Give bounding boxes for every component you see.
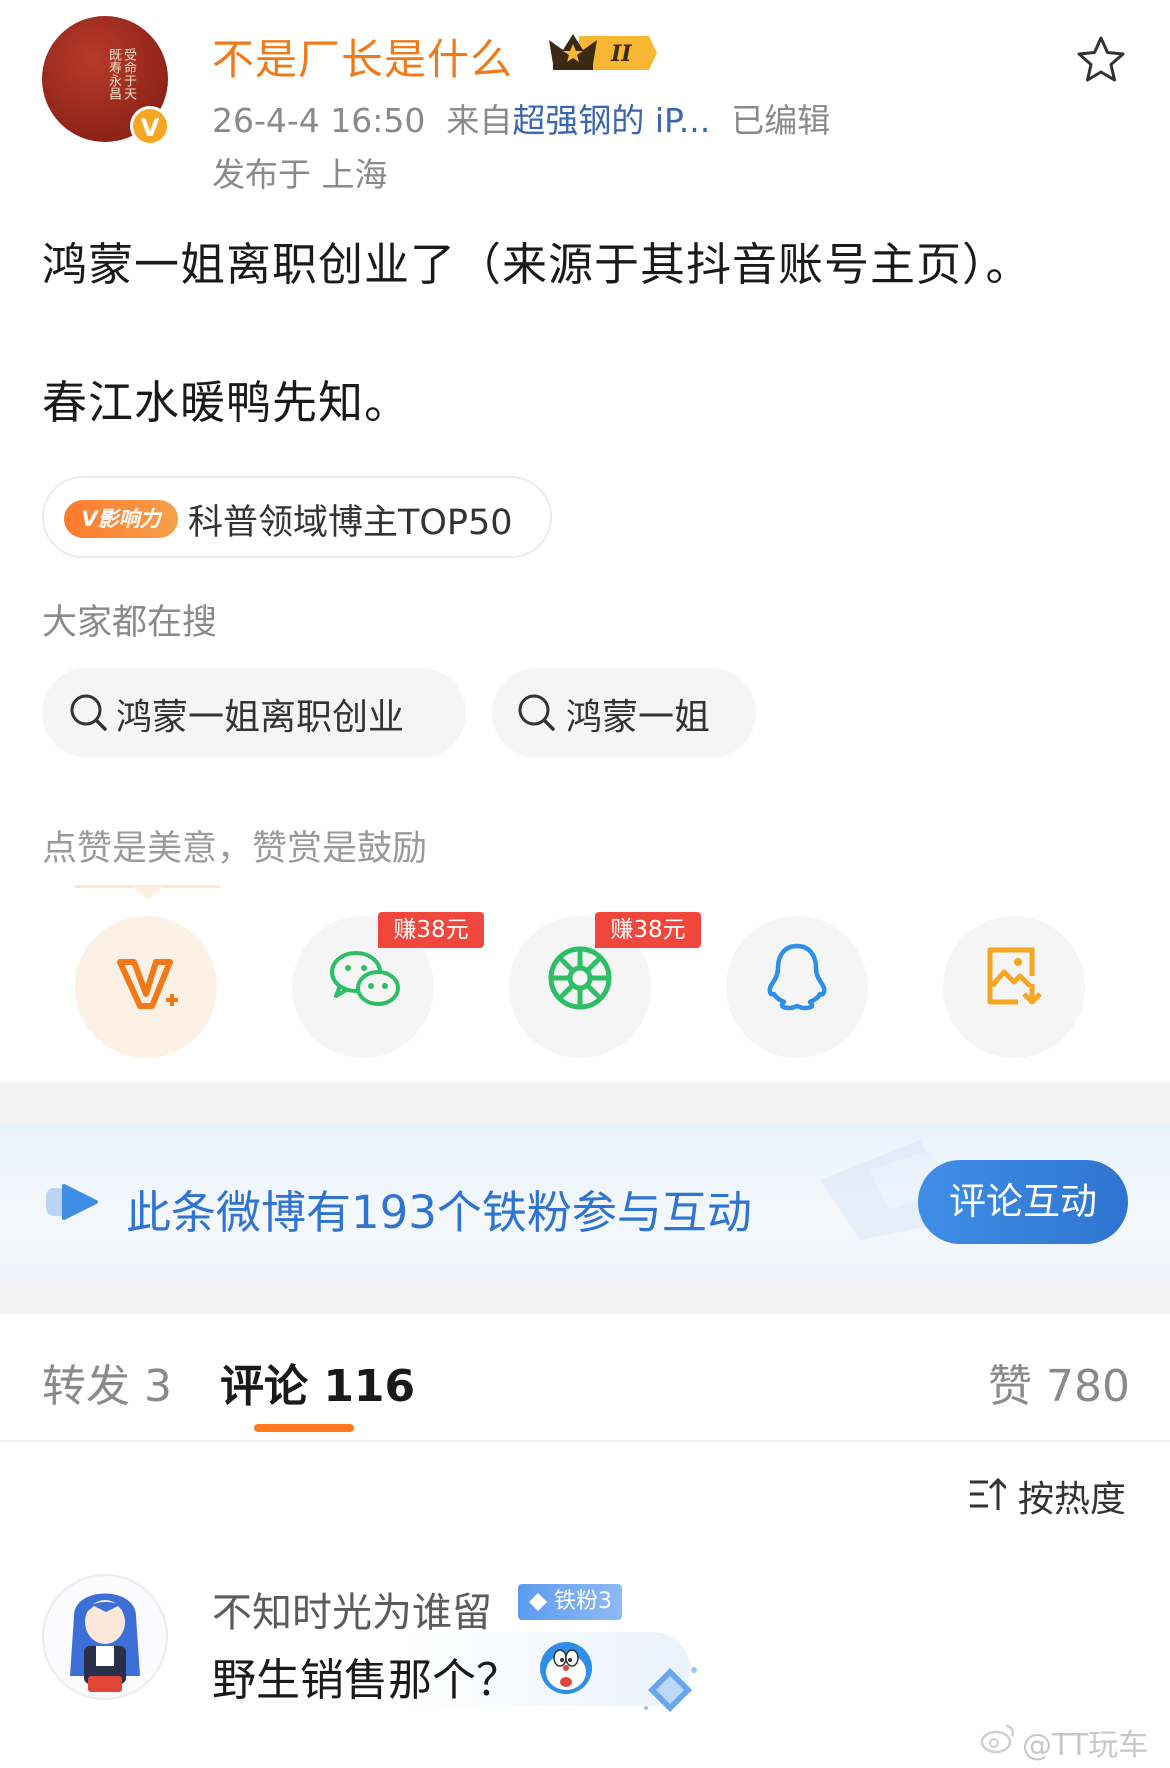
post-paragraph-2: 春江水暖鸭先知。 <box>42 376 411 429</box>
search-chip-label: 鸿蒙一姐 <box>566 697 711 738</box>
influence-text: 科普领域博主TOP50 <box>188 503 513 543</box>
tab-repost[interactable]: 转发 3 <box>42 1350 172 1414</box>
tab-like[interactable]: 赞 780 <box>988 1350 1130 1414</box>
edited-label: 已编辑 <box>731 101 831 140</box>
author-name[interactable]: 不是厂长是什么 <box>212 26 513 87</box>
sort-icon[interactable] <box>968 1476 1006 1512</box>
moments-icon <box>548 946 612 1010</box>
active-tab-indicator <box>254 1424 354 1432</box>
diamond-icon <box>529 1593 547 1611</box>
section-divider <box>0 1282 1170 1314</box>
post-paragraph-1: 鸿蒙一姐离职创业了（来源于其抖音账号主页）。 <box>42 238 1032 291</box>
earn-badge: 赚38元 <box>378 912 484 948</box>
post-source-link[interactable]: 超强钢的 iP... <box>512 101 710 140</box>
section-divider <box>0 1082 1170 1124</box>
tab-comment[interactable]: 评论 116 <box>220 1350 415 1414</box>
avatar-seal-text: 受命于天既寿永昌 <box>106 48 136 100</box>
post-meta: 26-4-4 16:50 来自超强钢的 iP... 已编辑 <box>212 94 830 142</box>
favorite-star-icon[interactable] <box>1075 34 1127 86</box>
member-level-text: II <box>610 41 632 67</box>
member-crown-badge-icon[interactable]: II <box>545 30 657 76</box>
tab-divider <box>0 1440 1170 1442</box>
earn-badge: 赚38元 <box>595 912 701 948</box>
reward-label: 点赞是美意，赞赏是鼓励 <box>42 829 428 869</box>
search-icon <box>518 694 555 731</box>
commenter-name[interactable]: 不知时光为谁留 <box>212 1580 492 1638</box>
v-reward-icon <box>117 959 178 1009</box>
search-icon <box>70 694 107 731</box>
search-chip-label: 鸿蒙一姐离职创业 <box>116 697 405 738</box>
sort-by-hot[interactable]: 按热度 <box>1018 1470 1126 1522</box>
fan-interaction-icon <box>46 1184 98 1220</box>
wechat-icon <box>330 951 400 1006</box>
verified-badge-icon: V <box>130 106 170 146</box>
weibo-logo-icon <box>980 1724 1014 1754</box>
influence-tag: V影响力 <box>64 500 178 538</box>
bubble-diamond-decoration-icon <box>644 1667 697 1712</box>
reward-caret <box>132 886 164 900</box>
iron-fan-text: 此条微博有193个铁粉参与互动 <box>126 1186 752 1239</box>
post-time: 26-4-4 16:50 <box>212 101 426 140</box>
anime-avatar-illustration <box>70 1593 140 1692</box>
hot-search-label: 大家都在搜 <box>42 603 218 643</box>
save-image-icon <box>987 947 1042 1005</box>
comment-text: 野生销售那个？ <box>212 1655 520 1706</box>
doraemon-emoji-icon <box>540 1642 592 1694</box>
source-prefix: 来自 <box>446 101 513 140</box>
post-location: 发布于 上海 <box>212 155 388 194</box>
commenter-avatar[interactable] <box>42 1574 168 1700</box>
comment-interact-button[interactable]: 评论互动 <box>918 1160 1128 1244</box>
watermark-text: @TT玩车 <box>1022 1728 1149 1763</box>
qq-icon <box>767 943 827 1011</box>
